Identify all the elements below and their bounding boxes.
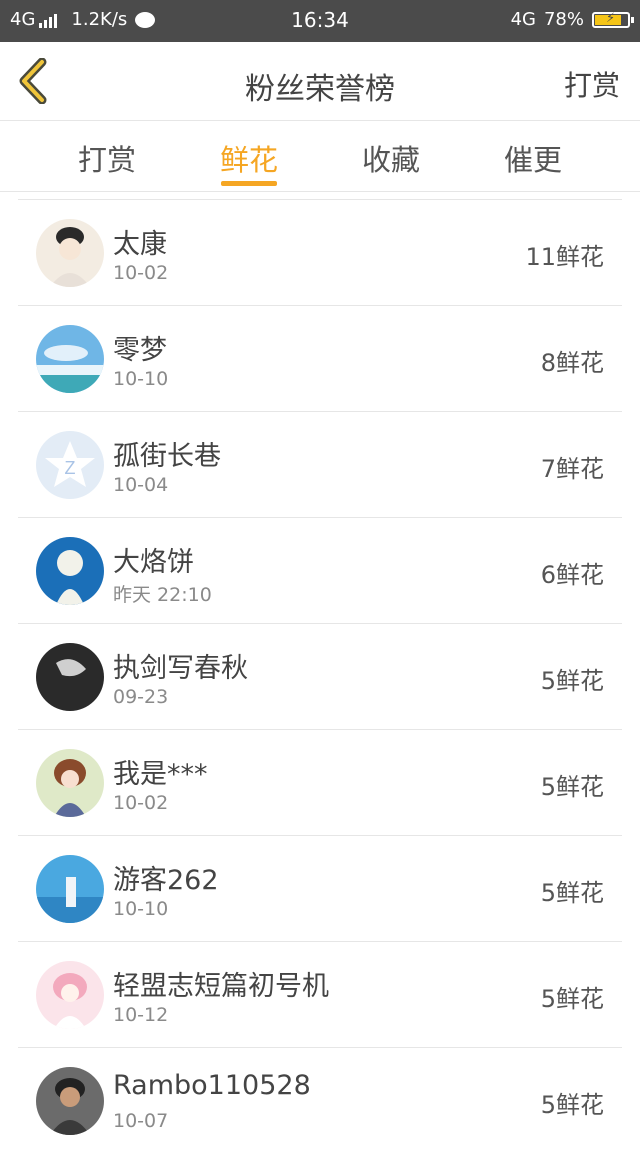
flower-count: 8鲜花 <box>540 349 604 377</box>
tab-reward[interactable]: 打赏 <box>37 137 177 179</box>
list-item[interactable]: 大烙饼 昨天 22:10 6鲜花 <box>18 517 622 623</box>
list-item[interactable]: Rambo110528 10-07 5鲜花 <box>18 1047 622 1153</box>
fan-date: 昨天 22:10 <box>113 584 212 606</box>
fan-name: 执剑写春秋 <box>113 653 248 684</box>
tab-favorites[interactable]: 收藏 <box>321 137 461 179</box>
fan-date: 10-10 <box>113 368 169 390</box>
tab-urge-update[interactable]: 催更 <box>463 137 603 179</box>
avatar[interactable] <box>36 749 104 817</box>
avatar[interactable] <box>36 219 104 287</box>
list-item[interactable]: 我是*** 10-02 5鲜花 <box>18 729 622 835</box>
network-type-right: 4G <box>510 9 536 30</box>
list-item[interactable]: 轻盟志短篇初号机 10-12 5鲜花 <box>18 941 622 1047</box>
flower-count: 5鲜花 <box>540 879 604 907</box>
battery-percent: 78% <box>543 9 584 30</box>
fan-date: 10-10 <box>113 898 169 920</box>
flower-count: 5鲜花 <box>540 773 604 801</box>
avatar[interactable] <box>36 325 104 393</box>
page-title: 粉丝荣誉榜 <box>245 72 395 107</box>
svg-text:Z: Z <box>65 458 76 478</box>
fan-date: 10-07 <box>113 1110 169 1132</box>
flower-count: 5鲜花 <box>540 667 604 695</box>
fan-date: 09-23 <box>113 686 169 708</box>
fan-date: 10-12 <box>113 1004 169 1026</box>
list-item[interactable]: 零梦 10-10 8鲜花 <box>18 305 622 411</box>
flower-count: 6鲜花 <box>540 561 604 589</box>
battery-icon: ⚡ <box>592 11 634 28</box>
list-item[interactable]: 太康 10-02 11鲜花 <box>18 199 622 305</box>
fan-name: 我是*** <box>113 759 208 790</box>
avatar[interactable]: Z <box>36 431 104 499</box>
fan-list: 太康 10-02 11鲜花 零梦 10-10 8鲜花 Z 孤街长巷 10-04 … <box>18 199 622 1153</box>
list-item[interactable]: Z 孤街长巷 10-04 7鲜花 <box>18 411 622 517</box>
nav-bar: 粉丝荣誉榜 打赏 <box>0 42 640 121</box>
tab-flowers[interactable]: 鲜花 <box>179 137 319 179</box>
status-bar: 4G 1.2K/s 16:34 4G 78% ⚡ <box>0 0 640 42</box>
flower-count: 11鲜花 <box>525 243 604 271</box>
active-tab-indicator <box>221 181 277 186</box>
fan-date: 10-02 <box>113 792 169 814</box>
fan-name: Rambo110528 <box>113 1070 311 1101</box>
reward-button[interactable]: 打赏 <box>564 64 620 104</box>
flower-count: 7鲜花 <box>540 455 604 483</box>
fan-date: 10-04 <box>113 474 169 496</box>
avatar[interactable] <box>36 537 104 605</box>
fan-name: 孤街长巷 <box>113 441 221 472</box>
avatar[interactable] <box>36 1067 104 1135</box>
fan-name: 大烙饼 <box>113 547 194 578</box>
fan-date: 10-02 <box>113 262 169 284</box>
fan-name: 游客262 <box>113 865 219 896</box>
tab-bar: 打赏 鲜花 收藏 催更 <box>0 121 640 192</box>
flower-count: 5鲜花 <box>540 1091 604 1119</box>
status-right: 4G 78% ⚡ <box>510 9 634 30</box>
list-item[interactable]: 执剑写春秋 09-23 5鲜花 <box>18 623 622 729</box>
avatar[interactable] <box>36 961 104 1029</box>
fan-name: 零梦 <box>113 335 167 366</box>
fan-name: 轻盟志短篇初号机 <box>113 971 329 1002</box>
avatar[interactable] <box>36 643 104 711</box>
avatar[interactable] <box>36 855 104 923</box>
fan-name: 太康 <box>113 229 167 260</box>
flower-count: 5鲜花 <box>540 985 604 1013</box>
list-item[interactable]: 游客262 10-10 5鲜花 <box>18 835 622 941</box>
